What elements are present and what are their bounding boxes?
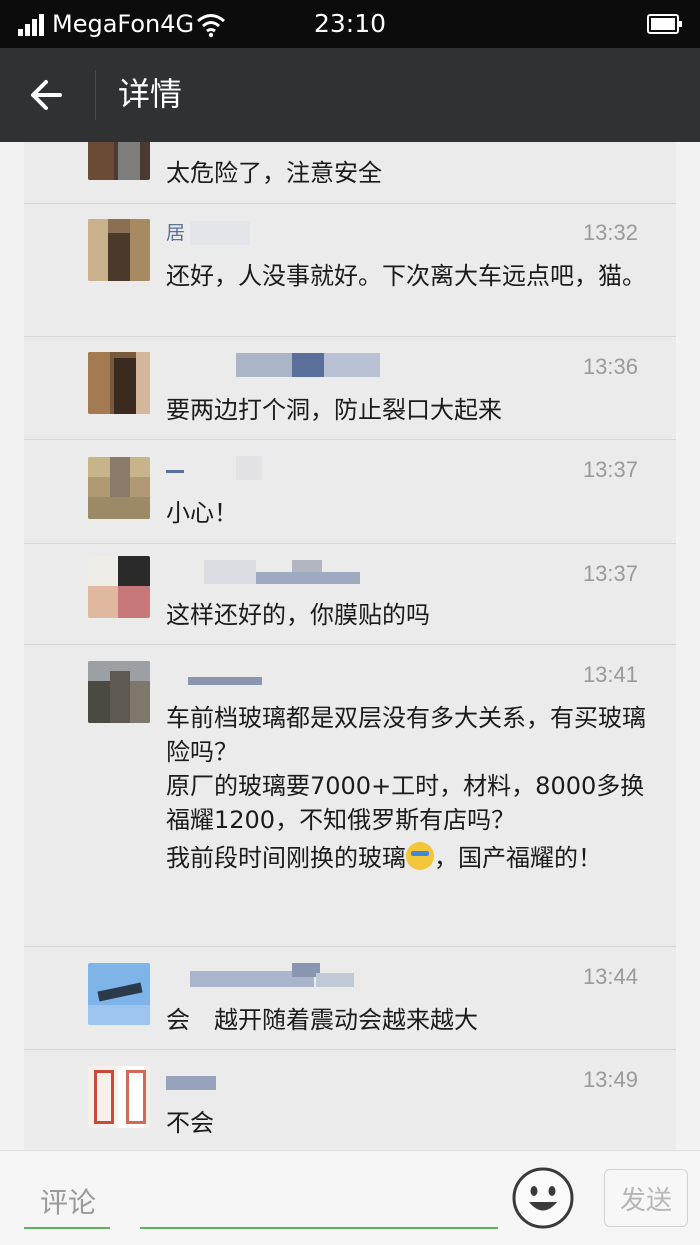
page-title: 详情	[118, 75, 183, 113]
username	[166, 963, 386, 987]
status-bar: MegaFon4G 23:10	[0, 0, 700, 48]
avatar[interactable]	[88, 457, 150, 519]
comment-time: 13:32	[582, 220, 638, 245]
back-arrow-icon[interactable]	[22, 72, 72, 118]
username	[166, 560, 406, 584]
username	[166, 1066, 306, 1090]
comment-text: 太危险了，注意安全	[166, 159, 382, 187]
avatar[interactable]	[88, 661, 150, 723]
comment-text: 会 越开随着震动会越来越大	[166, 1006, 478, 1034]
comment-time: 13:37	[582, 561, 638, 586]
username	[166, 353, 406, 377]
comment-text: 车前档玻璃都是双层没有多大关系，有买玻璃险吗？ 原厂的玻璃要7000+工时，材料…	[166, 704, 646, 872]
comment-item[interactable]: 13:37 小心！	[24, 440, 676, 544]
comment-item[interactable]: 13:37 这样还好的，你膜贴的吗	[24, 544, 676, 645]
comment-time: 13:41	[582, 662, 638, 687]
avatar[interactable]	[88, 963, 150, 1025]
crying-face-emoji	[406, 842, 434, 870]
label-underline	[24, 1227, 110, 1229]
avatar[interactable]	[88, 219, 150, 281]
avatar[interactable]	[88, 352, 150, 414]
username	[166, 663, 306, 687]
status-time: 23:10	[313, 9, 387, 38]
battery-icon	[647, 14, 682, 34]
username: 居	[166, 221, 306, 245]
comment-input[interactable]	[140, 1171, 498, 1229]
comment-time: 13:36	[582, 354, 638, 379]
comment-time: 13:44	[582, 964, 638, 989]
comment-text: 还好，人没事就好。下次离大车远点吧，猫。	[166, 262, 646, 290]
comment-text: 这样还好的，你膜贴的吗	[166, 601, 430, 629]
comment-text: 小心！	[166, 499, 238, 527]
comment-item[interactable]: 13:49 不会	[24, 1050, 676, 1150]
comment-list[interactable]: 太危险了，注意安全 居 13:32 还好，人没事就好。下次离大车远点吧，猫。 1…	[24, 142, 676, 1150]
comment-label[interactable]: 评论	[40, 1181, 96, 1221]
comment-item[interactable]: 太危险了，注意安全	[24, 142, 676, 204]
title-bar: 详情	[0, 48, 700, 142]
send-button[interactable]: 发送	[604, 1169, 688, 1227]
comment-time: 13:49	[582, 1067, 638, 1092]
avatar[interactable]	[88, 556, 150, 618]
smiley-face-icon[interactable]	[512, 1167, 574, 1229]
comment-time: 13:37	[582, 457, 638, 482]
title-divider	[95, 70, 96, 120]
comment-item[interactable]: 13:36 要两边打个洞，防止裂口大起来	[24, 337, 676, 440]
avatar[interactable]	[88, 1066, 150, 1128]
comment-item[interactable]: 13:41 车前档玻璃都是双层没有多大关系，有买玻璃险吗？ 原厂的玻璃要7000…	[24, 645, 676, 947]
avatar[interactable]	[88, 142, 150, 180]
comment-text: 要两边打个洞，防止裂口大起来	[166, 396, 502, 424]
comment-text: 不会	[166, 1109, 214, 1137]
username	[166, 456, 306, 480]
comment-item[interactable]: 13:44 会 越开随着震动会越来越大	[24, 947, 676, 1050]
comment-item[interactable]: 居 13:32 还好，人没事就好。下次离大车远点吧，猫。	[24, 203, 676, 337]
comment-input-bar: 评论 发送	[0, 1150, 700, 1245]
